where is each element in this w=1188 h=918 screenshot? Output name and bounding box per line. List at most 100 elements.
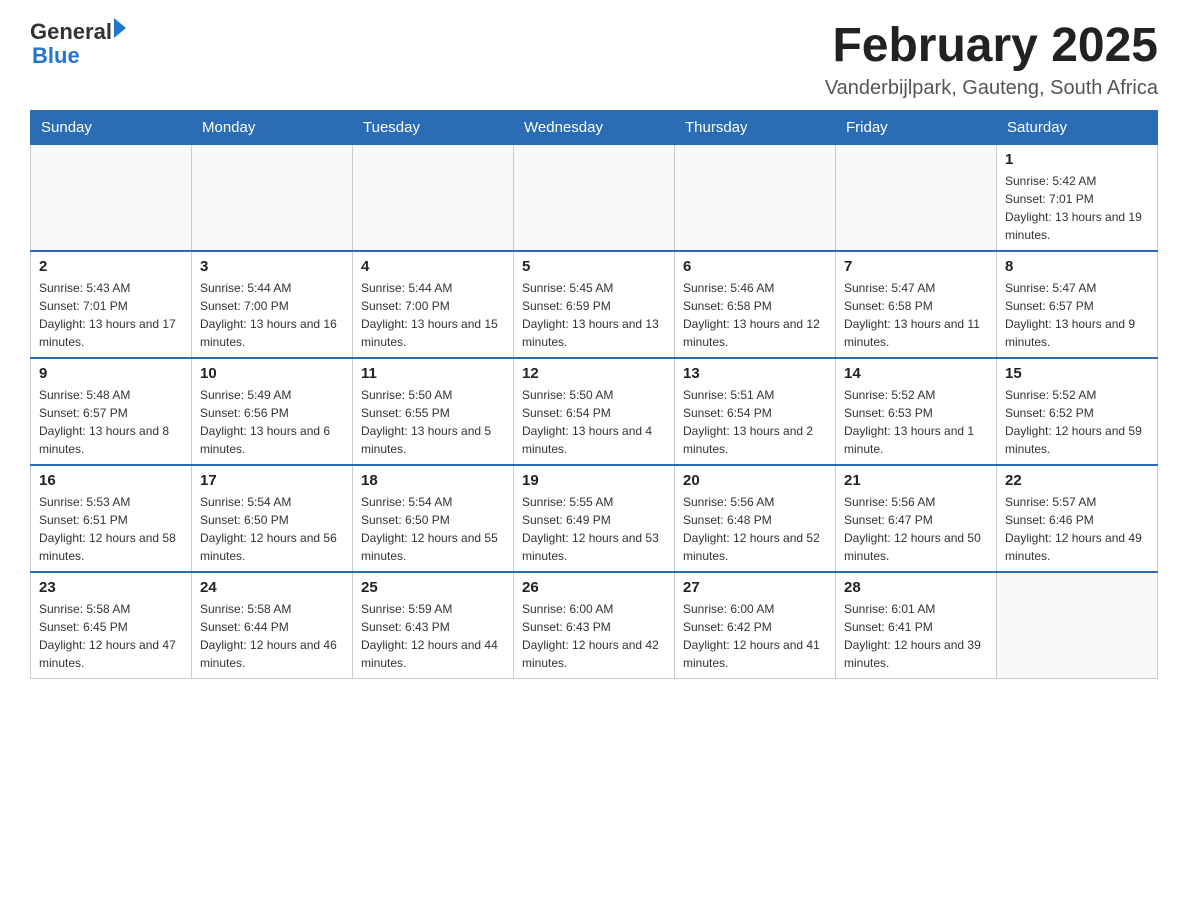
day-number: 17 [200,472,344,489]
day-number: 7 [844,258,988,275]
calendar-cell: 12Sunrise: 5:50 AM Sunset: 6:54 PM Dayli… [514,358,675,465]
calendar-cell: 25 Sunrise: 5:59 AM Sunset: 6:43 PM Dayli… [353,572,514,679]
calendar-cell: 19Sunrise: 5:55 AM Sunset: 6:49 PM Dayli… [514,465,675,572]
calendar-week-row: 1 Sunrise: 5:42 AM Sunset: 7:01 PM Daylig… [31,144,1158,251]
day-info: Sunrise: 5:48 AM Sunset: 6:57 PM Dayligh… [39,386,183,458]
day-info: Sunrise: 6:00 AM Sunset: 6:43 PM Dayligh… [522,600,666,672]
calendar-week-row: 16 Sunrise: 5:53 AM Sunset: 6:51 PM Dayli… [31,465,1158,572]
calendar-table: SundayMondayTuesdayWednesdayThursdayFrid… [30,110,1158,679]
calendar-week-row: 2 Sunrise: 5:43 AM Sunset: 7:01 PM Daylig… [31,251,1158,358]
calendar-cell: 14Sunrise: 5:52 AM Sunset: 6:53 PM Dayli… [836,358,997,465]
calendar-cell: 6 Sunrise: 5:46 AM Sunset: 6:58 PM Daylig… [675,251,836,358]
day-info: Sunrise: 5:59 AM Sunset: 6:43 PM Dayligh… [361,600,505,672]
day-number: 5 [522,258,666,275]
calendar-cell [997,572,1158,679]
day-number: 21 [844,472,988,489]
day-info: Sunrise: 5:43 AM Sunset: 7:01 PM Dayligh… [39,279,183,351]
calendar-cell [514,144,675,251]
day-number: 23 [39,579,183,596]
day-number: 4 [361,258,505,275]
calendar-cell: 13Sunrise: 5:51 AM Sunset: 6:54 PM Dayli… [675,358,836,465]
weekday-header-row: SundayMondayTuesdayWednesdayThursdayFrid… [31,110,1158,144]
day-info: Sunrise: 5:56 AM Sunset: 6:47 PM Dayligh… [844,493,988,565]
calendar-cell [353,144,514,251]
day-info: Sunrise: 6:00 AM Sunset: 6:42 PM Dayligh… [683,600,827,672]
day-info: Sunrise: 5:49 AM Sunset: 6:56 PM Dayligh… [200,386,344,458]
day-number: 27 [683,579,827,596]
calendar-cell: 4 Sunrise: 5:44 AM Sunset: 7:00 PM Daylig… [353,251,514,358]
logo: General Blue [30,20,126,68]
day-number: 8 [1005,258,1149,275]
day-info: Sunrise: 5:47 AM Sunset: 6:57 PM Dayligh… [1005,279,1149,351]
day-info: Sunrise: 5:52 AM Sunset: 6:53 PM Dayligh… [844,386,988,458]
calendar-cell [192,144,353,251]
weekday-header-sunday: Sunday [31,110,192,144]
day-number: 28 [844,579,988,596]
calendar-cell: 8 Sunrise: 5:47 AM Sunset: 6:57 PM Daylig… [997,251,1158,358]
day-info: Sunrise: 5:46 AM Sunset: 6:58 PM Dayligh… [683,279,827,351]
day-info: Sunrise: 5:54 AM Sunset: 6:50 PM Dayligh… [361,493,505,565]
calendar-cell: 7 Sunrise: 5:47 AM Sunset: 6:58 PM Daylig… [836,251,997,358]
calendar-cell: 3Sunrise: 5:44 AM Sunset: 7:00 PM Daylig… [192,251,353,358]
calendar-cell: 17Sunrise: 5:54 AM Sunset: 6:50 PM Dayli… [192,465,353,572]
day-number: 2 [39,258,183,275]
day-number: 6 [683,258,827,275]
calendar-cell: 26 Sunrise: 6:00 AM Sunset: 6:43 PM Dayli… [514,572,675,679]
weekday-header-monday: Monday [192,110,353,144]
calendar-cell: 11Sunrise: 5:50 AM Sunset: 6:55 PM Dayli… [353,358,514,465]
calendar-cell [836,144,997,251]
calendar-cell: 2 Sunrise: 5:43 AM Sunset: 7:01 PM Daylig… [31,251,192,358]
day-number: 18 [361,472,505,489]
day-number: 16 [39,472,183,489]
day-number: 11 [361,365,505,382]
day-info: Sunrise: 5:58 AM Sunset: 6:44 PM Dayligh… [200,600,344,672]
day-number: 26 [522,579,666,596]
weekday-header-saturday: Saturday [997,110,1158,144]
calendar-cell: 28 Sunrise: 6:01 AM Sunset: 6:41 PM Dayli… [836,572,997,679]
day-number: 12 [522,365,666,382]
day-number: 25 [361,579,505,596]
calendar-cell: 22 Sunrise: 5:57 AM Sunset: 6:46 PM Dayli… [997,465,1158,572]
day-number: 1 [1005,151,1149,168]
day-info: Sunrise: 5:56 AM Sunset: 6:48 PM Dayligh… [683,493,827,565]
day-number: 19 [522,472,666,489]
calendar-cell: 27 Sunrise: 6:00 AM Sunset: 6:42 PM Dayli… [675,572,836,679]
day-number: 15 [1005,365,1149,382]
day-info: Sunrise: 5:57 AM Sunset: 6:46 PM Dayligh… [1005,493,1149,565]
weekday-header-thursday: Thursday [675,110,836,144]
day-number: 13 [683,365,827,382]
day-info: Sunrise: 5:53 AM Sunset: 6:51 PM Dayligh… [39,493,183,565]
day-info: Sunrise: 5:44 AM Sunset: 7:00 PM Dayligh… [361,279,505,351]
logo-arrow-icon [114,18,126,38]
calendar-cell: 1 Sunrise: 5:42 AM Sunset: 7:01 PM Daylig… [997,144,1158,251]
day-info: Sunrise: 5:45 AM Sunset: 6:59 PM Dayligh… [522,279,666,351]
calendar-cell: 16 Sunrise: 5:53 AM Sunset: 6:51 PM Dayli… [31,465,192,572]
day-info: Sunrise: 5:47 AM Sunset: 6:58 PM Dayligh… [844,279,988,351]
day-number: 20 [683,472,827,489]
day-info: Sunrise: 5:52 AM Sunset: 6:52 PM Dayligh… [1005,386,1149,458]
calendar-week-row: 23 Sunrise: 5:58 AM Sunset: 6:45 PM Dayli… [31,572,1158,679]
calendar-cell: 5 Sunrise: 5:45 AM Sunset: 6:59 PM Daylig… [514,251,675,358]
day-info: Sunrise: 5:58 AM Sunset: 6:45 PM Dayligh… [39,600,183,672]
weekday-header-tuesday: Tuesday [353,110,514,144]
calendar-cell: 24 Sunrise: 5:58 AM Sunset: 6:44 PM Dayli… [192,572,353,679]
day-number: 24 [200,579,344,596]
calendar-week-row: 9 Sunrise: 5:48 AM Sunset: 6:57 PM Daylig… [31,358,1158,465]
page-header: General Blue February 2025 Vanderbijlpar… [30,20,1158,100]
calendar-cell [675,144,836,251]
calendar-cell: 18 Sunrise: 5:54 AM Sunset: 6:50 PM Dayli… [353,465,514,572]
calendar-cell: 15 Sunrise: 5:52 AM Sunset: 6:52 PM Dayli… [997,358,1158,465]
calendar-cell: 21 Sunrise: 5:56 AM Sunset: 6:47 PM Dayli… [836,465,997,572]
weekday-header-friday: Friday [836,110,997,144]
logo-text-blue: Blue [32,43,80,68]
calendar-cell: 20 Sunrise: 5:56 AM Sunset: 6:48 PM Dayli… [675,465,836,572]
day-info: Sunrise: 5:42 AM Sunset: 7:01 PM Dayligh… [1005,172,1149,244]
month-title: February 2025 [825,20,1158,73]
day-number: 9 [39,365,183,382]
day-number: 10 [200,365,344,382]
day-info: Sunrise: 6:01 AM Sunset: 6:41 PM Dayligh… [844,600,988,672]
calendar-cell: 9 Sunrise: 5:48 AM Sunset: 6:57 PM Daylig… [31,358,192,465]
day-number: 22 [1005,472,1149,489]
location-title: Vanderbijlpark, Gauteng, South Africa [825,77,1158,100]
day-number: 3 [200,258,344,275]
